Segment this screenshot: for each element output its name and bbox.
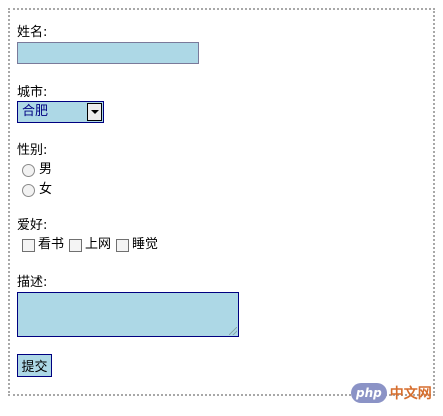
city-label: 城市:: [17, 85, 48, 100]
description-textarea[interactable]: [17, 292, 239, 337]
checkbox[interactable]: [69, 238, 83, 252]
site-watermark: php 中文网: [351, 383, 432, 403]
resize-grip-icon[interactable]: [229, 327, 237, 335]
description-label: 描述:: [17, 275, 48, 290]
checkbox[interactable]: [116, 238, 130, 252]
submit-button[interactable]: 提交: [17, 354, 52, 377]
gender-label: 性别:: [17, 143, 48, 158]
radio-button[interactable]: [22, 163, 35, 177]
hobby-option-sleeping[interactable]: 睡觉: [116, 237, 158, 253]
watermark-text: 中文网: [389, 386, 432, 402]
hobby-label: 爱好:: [17, 218, 48, 233]
name-input[interactable]: [17, 42, 199, 64]
hobby-options: 看书 上网 睡觉: [22, 237, 163, 253]
dropdown-arrow-icon[interactable]: [87, 103, 102, 121]
radio-button[interactable]: [22, 183, 35, 197]
checkbox[interactable]: [22, 238, 35, 252]
hobby-option-internet[interactable]: 上网: [69, 237, 111, 253]
hobby-option-label: 看书: [38, 237, 65, 252]
hobby-option-reading[interactable]: 看书: [22, 237, 64, 253]
form-frame: [8, 8, 435, 396]
name-label: 姓名:: [17, 25, 48, 40]
city-select[interactable]: 合肥: [17, 101, 104, 123]
hobby-option-label: 睡觉: [132, 237, 159, 252]
city-select-value: 合肥: [22, 104, 49, 119]
gender-option-female[interactable]: 女: [22, 182, 52, 198]
gender-option-label: 女: [39, 182, 53, 197]
gender-option-male[interactable]: 男: [22, 162, 52, 178]
gender-option-label: 男: [39, 162, 53, 177]
php-logo: php: [351, 383, 387, 403]
hobby-option-label: 上网: [85, 237, 112, 252]
